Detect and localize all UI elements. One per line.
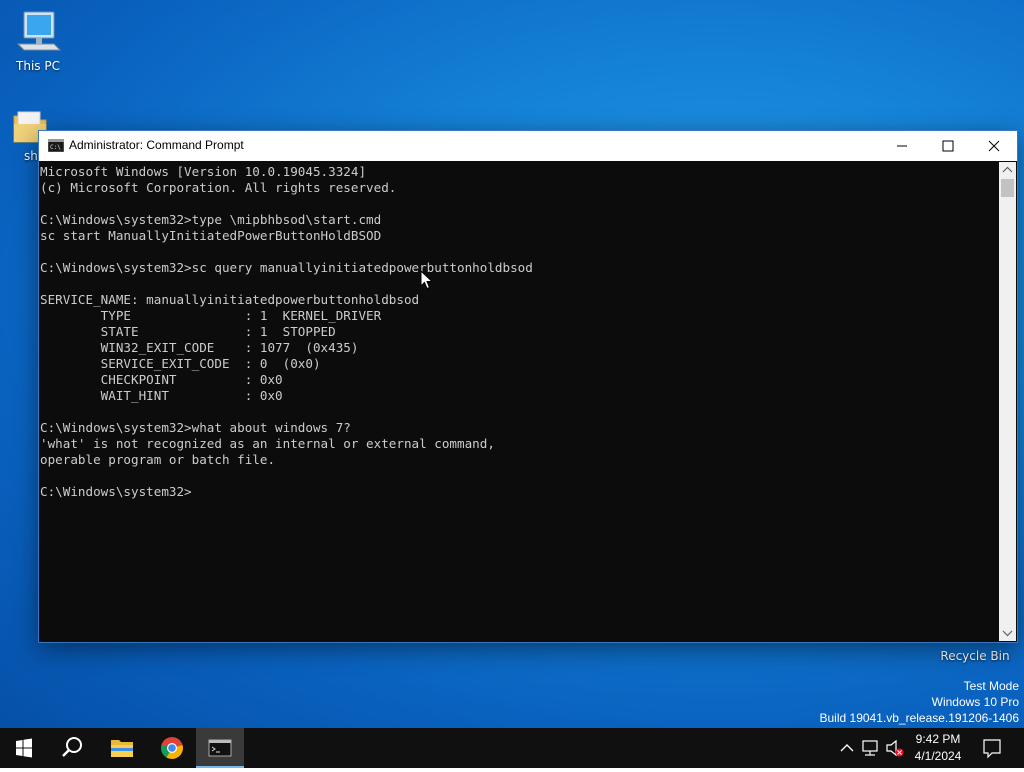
console-line: operable program or batch file. xyxy=(40,452,276,467)
chevron-up-icon xyxy=(840,744,854,752)
search-icon xyxy=(62,737,82,757)
console-line: C:\Windows\system32>sc query manuallyini… xyxy=(40,260,533,275)
chrome-button[interactable] xyxy=(148,728,196,768)
command-prompt-window[interactable]: C:\ Administrator: Command Prompt Micros… xyxy=(38,130,1018,643)
console-line: WIN32_EXIT_CODE : 1077 (0x435) xyxy=(40,340,359,355)
action-center-button[interactable] xyxy=(978,728,1006,768)
minimize-button[interactable] xyxy=(879,131,925,161)
mouse-cursor-icon xyxy=(420,270,434,290)
watermark-line: Windows 10 Pro xyxy=(931,695,1019,709)
test-mode-watermark: Test Mode Windows 10 Pro Build 19041.vb_… xyxy=(820,678,1020,726)
desktop-icon-label: This PC xyxy=(16,59,60,73)
console-line: STATE : 1 STOPPED xyxy=(40,324,336,339)
console-line: SERVICE_EXIT_CODE : 0 (0x0) xyxy=(40,356,321,371)
desktop: This PC sh Recycle Bin C:\ Administrator… xyxy=(0,0,1024,728)
command-prompt-icon xyxy=(208,739,232,757)
console-line: TYPE : 1 KERNEL_DRIVER xyxy=(40,308,382,323)
maximize-button[interactable] xyxy=(925,131,971,161)
desktop-icon-label: Recycle Bin xyxy=(940,649,1010,663)
console-line: CHECKPOINT : 0x0 xyxy=(40,372,283,387)
command-prompt-taskbar-button[interactable] xyxy=(196,728,244,768)
watermark-line: Test Mode xyxy=(963,679,1019,693)
chevron-down-icon xyxy=(1002,630,1013,637)
console-line: C:\Windows\system32>type \mipbhbsod\star… xyxy=(40,212,382,227)
file-explorer-button[interactable] xyxy=(98,728,146,768)
svg-text:C:\: C:\ xyxy=(50,144,61,151)
scroll-up-button[interactable] xyxy=(999,162,1016,178)
start-icon xyxy=(16,738,32,758)
console-line: SERVICE_NAME: manuallyinitiatedpowerbutt… xyxy=(40,292,420,307)
start-button[interactable] xyxy=(0,728,48,768)
volume-button[interactable] xyxy=(884,728,906,768)
close-button[interactable] xyxy=(971,131,1017,161)
console-line: C:\Windows\system32>what about windows 7… xyxy=(40,420,351,435)
clock-date: 4/1/2024 xyxy=(914,749,962,763)
window-title: Administrator: Command Prompt xyxy=(69,138,244,152)
desktop-icon-this-pc[interactable]: This PC xyxy=(0,10,76,73)
computer-icon xyxy=(16,11,62,51)
minimize-icon xyxy=(897,145,907,147)
watermark-line: Build 19041.vb_release.191206-1406 xyxy=(819,711,1020,725)
console-line: C:\Windows\system32> xyxy=(40,484,192,499)
maximize-icon xyxy=(942,140,954,152)
show-hidden-icons-button[interactable] xyxy=(836,728,858,768)
console-line: 'what' is not recognized as an internal … xyxy=(40,436,495,451)
title-bar[interactable]: C:\ Administrator: Command Prompt xyxy=(39,131,1017,161)
volume-muted-icon xyxy=(886,739,904,757)
notification-icon xyxy=(983,739,1001,759)
scrollbar-thumb[interactable] xyxy=(1001,179,1014,197)
console-output[interactable]: Microsoft Windows [Version 10.0.19045.33… xyxy=(39,162,999,641)
console-line: (c) Microsoft Corporation. All rights re… xyxy=(40,180,397,195)
command-prompt-icon: C:\ xyxy=(48,139,64,152)
clock-time: 9:42 PM xyxy=(915,732,961,746)
chevron-up-icon xyxy=(1002,166,1013,173)
close-icon xyxy=(988,140,1000,152)
network-icon xyxy=(862,740,878,756)
console-line: WAIT_HINT : 0x0 xyxy=(40,388,283,403)
taskbar: 9:42 PM 4/1/2024 xyxy=(0,728,1024,768)
file-explorer-icon xyxy=(111,740,133,757)
chrome-icon xyxy=(161,737,183,759)
console-text: Microsoft Windows [Version 10.0.19045.33… xyxy=(39,162,999,500)
vertical-scrollbar[interactable] xyxy=(999,162,1016,641)
network-button[interactable] xyxy=(860,728,882,768)
console-line: sc start ManuallyInitiatedPowerButtonHol… xyxy=(40,228,382,243)
clock[interactable]: 9:42 PM 4/1/2024 xyxy=(906,731,970,765)
console-line: Microsoft Windows [Version 10.0.19045.33… xyxy=(40,164,367,179)
search-button[interactable] xyxy=(48,728,96,768)
scroll-down-button[interactable] xyxy=(999,625,1016,641)
